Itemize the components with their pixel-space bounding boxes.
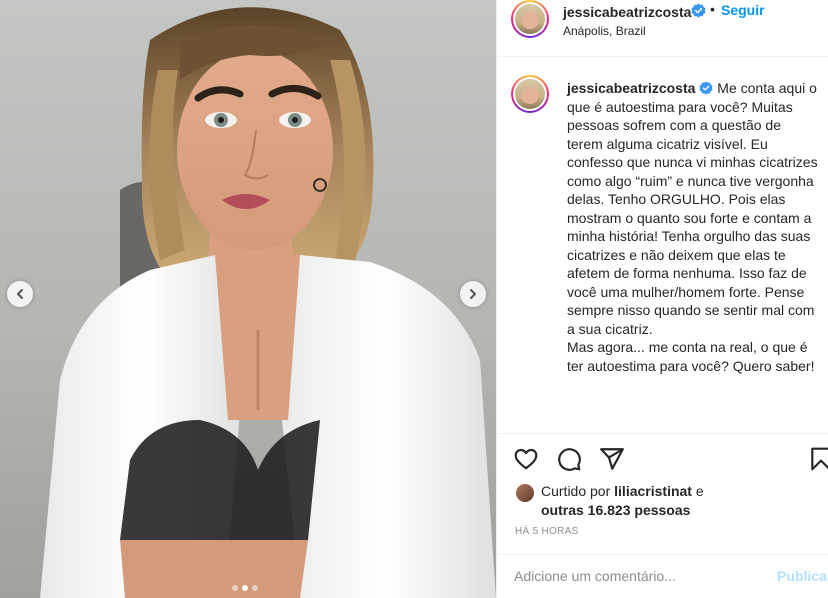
- heart-icon[interactable]: [513, 446, 539, 472]
- follow-button[interactable]: Seguir: [721, 2, 765, 18]
- post-timestamp[interactable]: HÁ 5 HORAS: [515, 526, 579, 537]
- comment-icon[interactable]: [556, 446, 582, 472]
- carousel-prev-button[interactable]: [7, 281, 33, 307]
- liker-avatar[interactable]: [515, 483, 535, 503]
- caption-username[interactable]: jessicabeatrizcosta: [567, 80, 695, 96]
- liker-username[interactable]: liliacristinat: [614, 483, 692, 499]
- likes-line-2: outras 16.823 pessoas: [541, 502, 690, 518]
- chevron-right-icon: [470, 289, 476, 299]
- carousel-dot: [232, 585, 238, 591]
- post-caption: jessicabeatrizcosta Me conta aqui o que …: [567, 79, 819, 375]
- post-details-panel: jessicabeatrizcosta • Seguir Anápolis, B…: [496, 0, 828, 598]
- avatar[interactable]: [511, 0, 549, 38]
- caption-avatar[interactable]: [511, 75, 549, 113]
- likes-connector: e: [691, 483, 704, 499]
- comment-input[interactable]: [514, 565, 764, 587]
- caption-section: jessicabeatrizcosta Me conta aqui o que …: [497, 57, 828, 433]
- paper-plane-icon[interactable]: [599, 446, 625, 472]
- caption-text: Me conta aqui o que é autoestima para vo…: [567, 80, 818, 374]
- verified-badge-icon: [699, 81, 713, 95]
- chevron-left-icon: [17, 289, 23, 299]
- carousel-dot-active: [242, 585, 248, 591]
- post-location[interactable]: Anápolis, Brazil: [563, 24, 646, 38]
- post-photo[interactable]: [0, 0, 496, 598]
- carousel-dot: [252, 585, 258, 591]
- action-bar: [497, 433, 828, 483]
- header-username[interactable]: jessicabeatrizcosta: [563, 4, 691, 20]
- post-image: [40, 7, 496, 598]
- bookmark-icon[interactable]: [808, 446, 828, 472]
- likes-prefix: Curtido por: [541, 483, 615, 499]
- comment-form: Publicar: [497, 554, 828, 598]
- likes-line-1: Curtido por liliacristinat e: [541, 483, 704, 499]
- post-header: jessicabeatrizcosta • Seguir Anápolis, B…: [497, 0, 828, 57]
- publish-button[interactable]: Publicar: [777, 568, 828, 584]
- likes-others-link[interactable]: outras 16.823 pessoas: [541, 502, 690, 518]
- carousel-indicator: [232, 585, 258, 591]
- carousel-next-button[interactable]: [460, 281, 486, 307]
- header-separator: •: [710, 1, 715, 17]
- verified-badge-icon: [691, 3, 706, 18]
